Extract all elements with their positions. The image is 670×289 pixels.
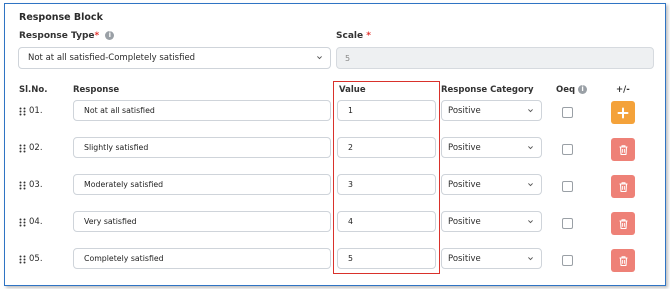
response-type-value: Not at all satisfied-Completely satisfie… xyxy=(28,53,196,63)
drag-handle-icon[interactable] xyxy=(19,181,26,190)
trash-icon xyxy=(619,255,627,266)
chevron-down-icon xyxy=(528,108,533,112)
oeq-checkbox[interactable] xyxy=(562,255,573,266)
sl-number: 01. xyxy=(29,106,43,116)
value-text: 4 xyxy=(348,217,353,226)
response-input[interactable]: Not at all satisfied xyxy=(73,100,331,121)
col-header-response: Response xyxy=(73,85,120,95)
category-value: Positive xyxy=(448,142,481,153)
response-type-select[interactable]: Not at all satisfied-Completely satisfie… xyxy=(18,47,331,69)
response-text: Slightly satisfied xyxy=(84,143,149,152)
response-block-panel: Response Block Response Type* i Not at a… xyxy=(4,3,666,286)
delete-row-button[interactable] xyxy=(611,138,635,161)
chevron-down-icon xyxy=(528,182,533,186)
add-row-button[interactable] xyxy=(611,101,635,124)
drag-handle-icon[interactable] xyxy=(19,255,26,264)
col-header-add-remove: +/- xyxy=(616,85,630,95)
value-input[interactable]: 3 xyxy=(337,174,436,195)
scale-input: 5 xyxy=(336,47,654,69)
response-type-label-text: Response Type xyxy=(19,31,95,41)
response-category-select[interactable]: Positive xyxy=(441,211,542,232)
oeq-checkbox[interactable] xyxy=(562,181,573,192)
response-text: Not at all satisfied xyxy=(84,106,155,115)
sl-number: 02. xyxy=(29,143,43,153)
response-input[interactable]: Moderately satisfied xyxy=(73,174,331,195)
response-category-select[interactable]: Positive xyxy=(441,100,542,121)
drag-handle-icon[interactable] xyxy=(19,144,26,153)
chevron-down-icon xyxy=(528,219,533,223)
scale-label-text: Scale xyxy=(336,31,364,41)
response-text: Completely satisfied xyxy=(84,254,164,263)
row-sl-no: 05. xyxy=(19,253,43,265)
info-icon[interactable]: i xyxy=(578,85,588,94)
delete-row-button[interactable] xyxy=(611,175,635,198)
sl-number: 05. xyxy=(29,254,43,264)
block-title: Response Block xyxy=(19,12,103,23)
response-input[interactable]: Slightly satisfied xyxy=(73,137,331,158)
required-mark: * xyxy=(94,31,100,41)
drag-handle-icon[interactable] xyxy=(19,218,26,227)
plus-icon xyxy=(617,107,629,118)
oeq-checkbox[interactable] xyxy=(562,107,573,118)
response-text: Very satisfied xyxy=(84,217,137,226)
col-header-oeq: Oeq i xyxy=(556,85,588,95)
category-value: Positive xyxy=(448,216,481,227)
info-icon[interactable]: i xyxy=(105,31,115,40)
delete-row-button[interactable] xyxy=(611,212,635,235)
trash-icon xyxy=(619,181,627,192)
oeq-checkbox[interactable] xyxy=(562,218,573,229)
sl-number: 04. xyxy=(29,217,43,227)
col-header-sl-no: Sl.No. xyxy=(19,85,48,95)
value-input[interactable]: 4 xyxy=(337,211,436,232)
sl-number: 03. xyxy=(29,180,43,190)
value-input[interactable]: 5 xyxy=(337,248,436,269)
trash-icon xyxy=(619,144,627,155)
drag-handle-icon[interactable] xyxy=(19,107,26,116)
response-category-select[interactable]: Positive xyxy=(441,137,542,158)
required-mark: * xyxy=(366,31,371,41)
value-input[interactable]: 2 xyxy=(337,137,436,158)
row-sl-no: 02. xyxy=(19,142,43,154)
category-value: Positive xyxy=(448,179,481,190)
row-sl-no: 04. xyxy=(19,216,43,228)
chevron-down-icon xyxy=(528,145,533,149)
chevron-down-icon xyxy=(317,56,322,60)
oeq-checkbox[interactable] xyxy=(562,144,573,155)
row-sl-no: 03. xyxy=(19,179,43,191)
chevron-down-icon xyxy=(528,256,533,260)
oeq-label: Oeq xyxy=(556,85,576,95)
response-category-select[interactable]: Positive xyxy=(441,174,542,195)
response-input[interactable]: Completely satisfied xyxy=(73,248,331,269)
category-value: Positive xyxy=(448,253,481,264)
response-input[interactable]: Very satisfied xyxy=(73,211,331,232)
response-category-select[interactable]: Positive xyxy=(441,248,542,269)
value-text: 2 xyxy=(348,143,353,152)
trash-icon xyxy=(619,218,627,229)
delete-row-button[interactable] xyxy=(611,249,635,272)
category-value: Positive xyxy=(448,105,481,116)
value-input[interactable]: 1 xyxy=(337,100,436,121)
value-text: 1 xyxy=(348,106,353,115)
response-text: Moderately satisfied xyxy=(84,180,164,189)
scale-label: Scale * xyxy=(336,31,371,41)
value-text: 3 xyxy=(348,180,353,189)
response-type-label: Response Type* i xyxy=(19,31,115,41)
value-text: 5 xyxy=(348,254,353,263)
scale-value: 5 xyxy=(345,53,351,63)
row-sl-no: 01. xyxy=(19,105,43,117)
col-header-response-category: Response Category xyxy=(441,85,534,95)
